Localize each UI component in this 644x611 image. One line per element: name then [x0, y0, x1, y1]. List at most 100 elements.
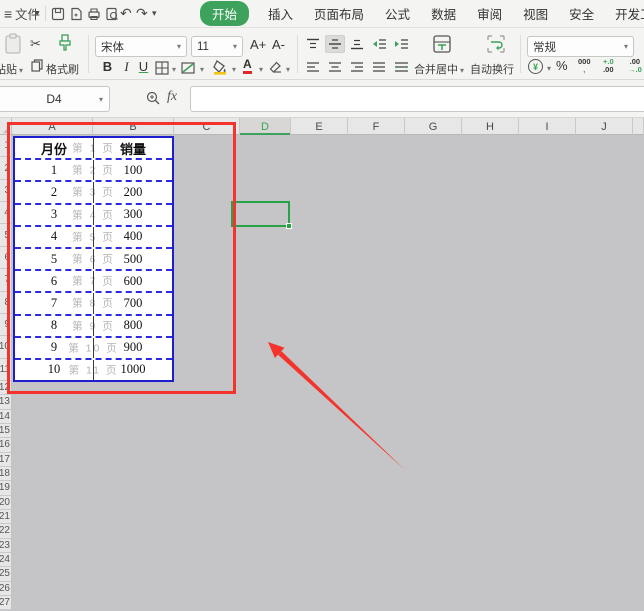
row-header[interactable]: 20 [0, 496, 11, 510]
table-cell-month[interactable]: 7 [15, 293, 94, 313]
font-name-select[interactable]: 宋体▾ [95, 36, 187, 57]
borders-button[interactable] [155, 61, 169, 78]
column-header[interactable]: B [93, 118, 174, 135]
bold-button[interactable]: B [100, 59, 115, 74]
row-header[interactable]: 18 [0, 467, 11, 481]
row-header[interactable]: 11 [0, 359, 11, 381]
shading-dropdown[interactable]: ▾ [200, 65, 204, 74]
column-header[interactable]: I [519, 118, 576, 135]
column-header[interactable]: E [291, 118, 348, 135]
table-cell-sales[interactable]: 500 [94, 249, 172, 269]
table-cell-month[interactable]: 5 [15, 249, 94, 269]
grow-font-button[interactable]: A+ [250, 37, 266, 52]
table-cell-month[interactable]: 2 [15, 182, 94, 202]
row-header[interactable]: 7 [0, 269, 11, 291]
fill-color-button[interactable] [212, 59, 228, 78]
table-cell-sales[interactable]: 800 [94, 316, 172, 336]
name-box[interactable]: D4▾ [0, 86, 110, 112]
table-cell-sales[interactable]: 700 [94, 293, 172, 313]
increase-decimal-button[interactable]: +.0.00 [603, 58, 614, 74]
table-cell-sales[interactable]: 600 [94, 271, 172, 291]
justify-button[interactable] [369, 58, 389, 76]
column-header[interactable] [633, 118, 644, 135]
column-header[interactable]: J [576, 118, 633, 135]
decrease-indent-button[interactable] [369, 35, 389, 53]
table-cell-sales[interactable]: 销量 [94, 138, 172, 158]
menu-tab[interactable]: 视图 [521, 1, 550, 26]
customize-toolbar-icon[interactable]: ▾ [152, 0, 157, 27]
table-cell-month[interactable]: 9 [15, 338, 94, 358]
align-middle-button[interactable] [325, 35, 345, 53]
distribute-button[interactable] [391, 58, 411, 76]
sheet-cells[interactable]: 第 1 页 月份 销量 第 2 页 1 100 第 3 页 2 200 第 4 … [12, 135, 644, 611]
table-cell-sales[interactable]: 100 [94, 160, 172, 180]
row-header[interactable]: 3 [0, 180, 11, 202]
table-cell-month[interactable]: 10 [15, 360, 94, 380]
format-painter-button[interactable] [57, 34, 73, 55]
fill-handle[interactable] [286, 223, 292, 229]
paste-button[interactable] [4, 33, 24, 58]
table-cell-sales[interactable]: 900 [94, 338, 172, 358]
row-header[interactable]: 8 [0, 292, 11, 314]
font-color-button[interactable]: A [243, 58, 252, 74]
row-header[interactable]: 25 [0, 567, 11, 581]
column-header[interactable]: D [240, 118, 291, 135]
table-cell-sales[interactable]: 1000 [94, 360, 172, 380]
row-header[interactable]: 23 [0, 539, 11, 553]
align-center-button[interactable] [325, 58, 345, 76]
row-header[interactable]: 26 [0, 582, 11, 596]
table-cell-sales[interactable]: 400 [94, 227, 172, 247]
row-header[interactable]: 27 [0, 596, 11, 610]
thousands-button[interactable]: 000, [578, 58, 591, 74]
percent-button[interactable]: % [556, 58, 568, 73]
wrap-text-button[interactable] [486, 34, 506, 57]
redo-button[interactable]: ↷ [136, 0, 148, 27]
currency-dropdown[interactable]: ▾ [547, 64, 551, 73]
undo-button[interactable]: ↶ [120, 0, 132, 27]
row-header[interactable]: 24 [0, 553, 11, 567]
row-header[interactable]: 15 [0, 424, 11, 438]
underline-button[interactable]: U [136, 59, 151, 74]
column-header[interactable]: F [348, 118, 405, 135]
borders-dropdown[interactable]: ▾ [172, 65, 176, 74]
font-color-dropdown[interactable]: ▾ [259, 65, 263, 74]
print-button[interactable] [86, 0, 102, 27]
merge-center-button[interactable] [432, 34, 452, 57]
row-header[interactable]: 19 [0, 481, 11, 495]
row-header[interactable]: 1 [0, 135, 11, 157]
row-header[interactable]: 4 [0, 202, 11, 224]
menu-tab[interactable]: 数据 [429, 1, 458, 26]
row-header[interactable]: 22 [0, 524, 11, 538]
row-header[interactable]: 14 [0, 410, 11, 424]
row-header[interactable]: 5 [0, 224, 11, 246]
wrap-text-label[interactable]: 自动换行 [470, 61, 514, 77]
align-bottom-button[interactable] [347, 35, 367, 53]
shrink-font-button[interactable]: A- [272, 37, 285, 52]
table-cell-month[interactable]: 月份 [15, 138, 94, 158]
decrease-decimal-button[interactable]: .00→.0 [628, 58, 642, 74]
row-header[interactable]: 10 [0, 336, 11, 358]
menu-tab[interactable]: 审阅 [475, 1, 504, 26]
align-top-button[interactable] [303, 35, 323, 53]
menu-tab[interactable]: 安全 [567, 1, 596, 26]
clear-format-dropdown[interactable]: ▾ [286, 65, 290, 74]
menu-tab[interactable]: 开发工具 [613, 1, 644, 26]
menu-tab[interactable]: 公式 [383, 1, 412, 26]
zoom-formula-button[interactable] [145, 90, 161, 109]
number-format-select[interactable]: 常规▾ [527, 36, 634, 57]
format-painter-label[interactable]: 格式刷 [46, 61, 79, 77]
paste-label[interactable]: 粘贴▾ [0, 61, 23, 77]
table-cell-sales[interactable]: 300 [94, 205, 172, 225]
cut-button[interactable]: ✂ [30, 36, 41, 52]
print-preview-button[interactable] [104, 0, 120, 27]
fill-color-dropdown[interactable]: ▾ [232, 65, 236, 74]
table-cell-month[interactable]: 3 [15, 205, 94, 225]
increase-indent-button[interactable] [391, 35, 411, 53]
menu-tab[interactable]: 开始 [200, 1, 249, 26]
row-header[interactable]: 17 [0, 453, 11, 467]
copy-button[interactable] [31, 59, 43, 75]
formula-input[interactable] [190, 86, 644, 112]
column-header[interactable]: C [174, 118, 240, 135]
row-header[interactable]: 21 [0, 510, 11, 524]
align-left-button[interactable] [303, 58, 323, 76]
